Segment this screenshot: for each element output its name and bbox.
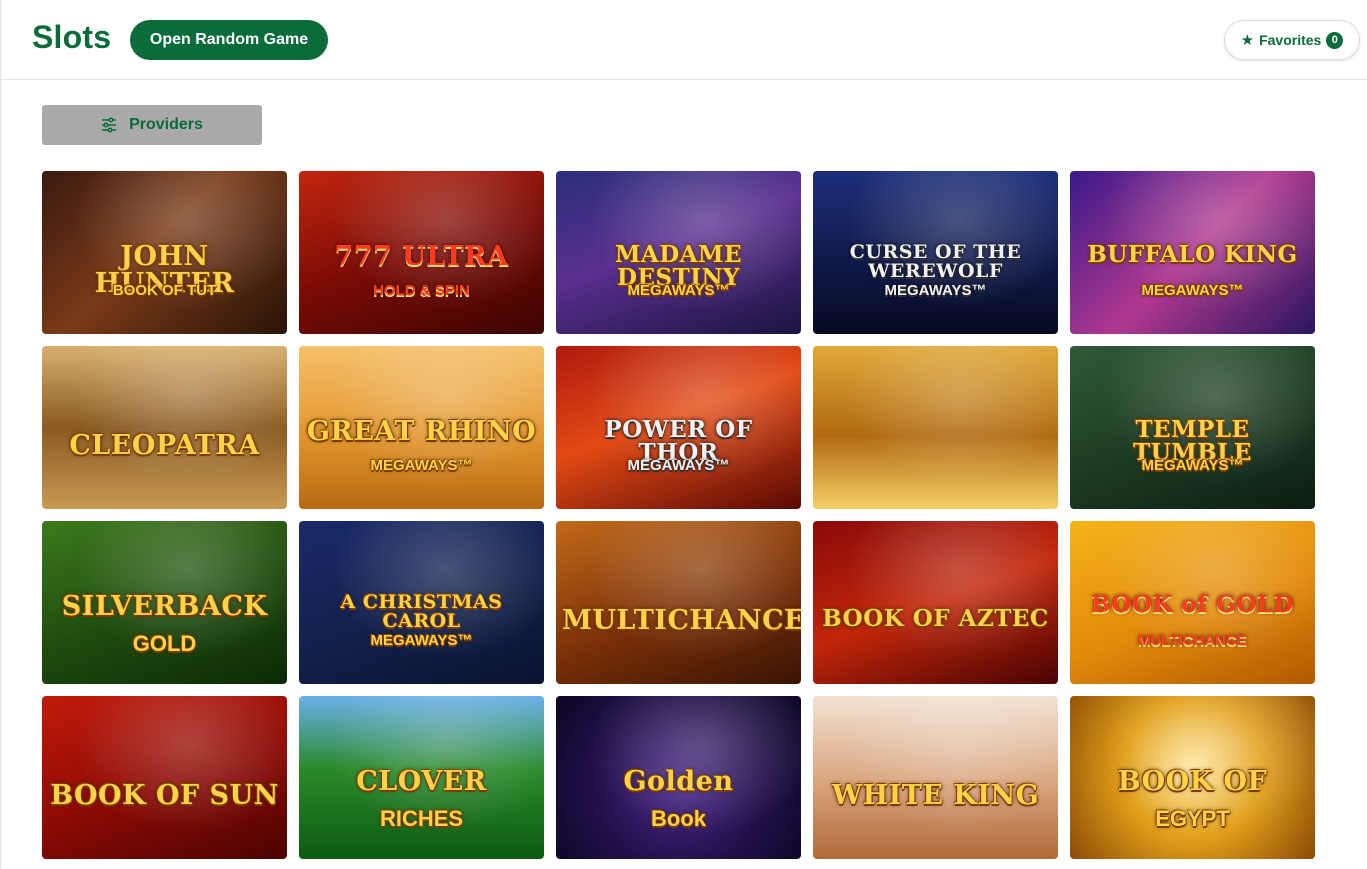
game-artwork: [42, 346, 287, 509]
game-tile[interactable]: [813, 346, 1058, 509]
game-subtitle: MEGAWAYS™: [1141, 457, 1244, 474]
game-tile[interactable]: JOHN HUNTER BOOK OF TUT: [42, 171, 287, 334]
game-tile[interactable]: WHITE KING: [813, 696, 1058, 859]
game-title: BOOK of GOLD: [1091, 591, 1294, 618]
game-title: CLEOPATRA: [69, 430, 260, 461]
game-title: CLOVER: [356, 766, 487, 797]
game-subtitle: MEGAWAYS™: [370, 632, 473, 649]
game-title: GREAT RHINO: [306, 416, 537, 447]
game-tile[interactable]: TEMPLE TUMBLE MEGAWAYS™: [1070, 346, 1315, 509]
game-tile[interactable]: A CHRISTMAS CAROL MEGAWAYS™: [299, 521, 544, 684]
game-title: SILVERBACK: [61, 591, 268, 622]
sliders-icon: [101, 117, 117, 133]
slots-page: Slots Open Random Game ★ Favorites 0 Pro…: [0, 0, 1367, 869]
page-title: Slots: [32, 19, 112, 55]
game-title: Golden: [623, 766, 734, 797]
favorites-count-badge: 0: [1326, 31, 1344, 49]
providers-label: Providers: [129, 116, 203, 133]
game-subtitle: MEGAWAYS™: [627, 457, 730, 474]
star-icon: ★: [1240, 31, 1255, 49]
game-title: MULTICHANCE: [562, 605, 801, 636]
game-artwork: [556, 521, 801, 684]
game-tile[interactable]: GREAT RHINO MEGAWAYS™: [299, 346, 544, 509]
game-tile[interactable]: CLEOPATRA: [42, 346, 287, 509]
game-tile[interactable]: POWER OF THOR MEGAWAYS™: [556, 346, 801, 509]
games-grid: JOHN HUNTER BOOK OF TUT 777 ULTRA HOLD & SP…: [42, 171, 1315, 859]
game-subtitle: MULTICHANCE: [1138, 632, 1247, 649]
game-title: BOOK OF AZTEC: [822, 605, 1049, 632]
game-subtitle: HOLD & SPIN: [373, 282, 470, 299]
game-title: CURSE OF THE WEREWOLF: [849, 241, 1022, 282]
game-title: BOOK OF SUN: [50, 780, 279, 811]
game-artwork: [813, 521, 1058, 684]
game-tile[interactable]: MULTICHANCE: [556, 521, 801, 684]
game-subtitle: MEGAWAYS™: [1141, 282, 1244, 299]
game-title: BUFFALO KING: [1087, 241, 1298, 268]
game-subtitle: EGYPT: [1155, 806, 1230, 831]
game-title: WHITE KING: [831, 780, 1040, 811]
game-subtitle: RICHES: [379, 806, 464, 831]
favorites-button[interactable]: ★ Favorites 0: [1224, 20, 1360, 60]
game-tile[interactable]: 777 ULTRA HOLD & SPIN: [299, 171, 544, 334]
game-tile[interactable]: BOOK of GOLD MULTICHANCE: [1070, 521, 1315, 684]
game-artwork: [813, 346, 1058, 509]
game-subtitle: Book: [651, 806, 706, 831]
game-tile[interactable]: BOOK OF AZTEC: [813, 521, 1058, 684]
providers-filter-button[interactable]: Providers: [42, 105, 262, 145]
favorites-label: Favorites: [1259, 32, 1322, 48]
game-subtitle: MEGAWAYS™: [884, 282, 987, 299]
game-tile[interactable]: BUFFALO KING MEGAWAYS™: [1070, 171, 1315, 334]
game-subtitle: BOOK OF TUT: [112, 282, 217, 299]
game-subtitle: MEGAWAYS™: [370, 457, 473, 474]
game-tile[interactable]: BOOK OF SUN: [42, 696, 287, 859]
page-header: Slots Open Random Game ★ Favorites 0: [1, 0, 1367, 80]
game-title: A CHRISTMAS CAROL: [340, 591, 503, 632]
game-tile[interactable]: BOOK OF EGYPT: [1070, 696, 1315, 859]
game-tile[interactable]: MADAME DESTINY MEGAWAYS™: [556, 171, 801, 334]
open-random-game-button[interactable]: Open Random Game: [130, 20, 328, 60]
game-tile[interactable]: SILVERBACK GOLD: [42, 521, 287, 684]
game-title: BOOK OF: [1117, 766, 1268, 797]
game-artwork: [813, 696, 1058, 859]
game-tile[interactable]: CURSE OF THE WEREWOLF MEGAWAYS™: [813, 171, 1058, 334]
game-tile[interactable]: Golden Book: [556, 696, 801, 859]
game-title: 777 ULTRA: [334, 241, 509, 272]
game-subtitle: MEGAWAYS™: [627, 282, 730, 299]
game-artwork: [42, 696, 287, 859]
game-subtitle: GOLD: [132, 631, 197, 656]
game-tile[interactable]: CLOVER RICHES: [299, 696, 544, 859]
